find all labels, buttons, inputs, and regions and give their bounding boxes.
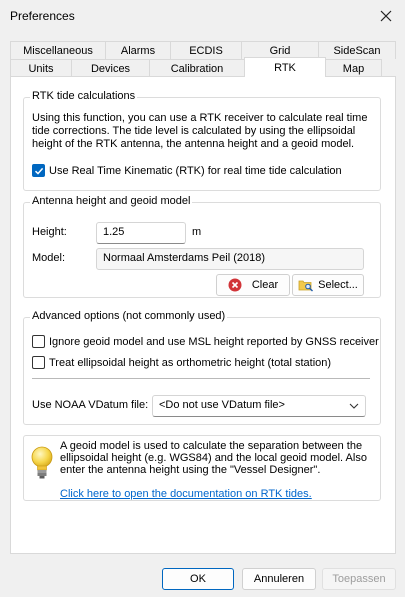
tab-panel-rtk: RTK tide calculations Using this functio… <box>10 76 396 554</box>
clear-label: Clear <box>251 279 279 291</box>
tab-rtk[interactable]: RTK <box>244 57 326 77</box>
use-rtk-label: Use Real Time Kinematic (RTK) for real t… <box>49 164 342 177</box>
antenna-group: Antenna height and geoid model Height: 1… <box>23 195 381 298</box>
cancel-button[interactable]: Annuleren <box>242 568 316 590</box>
ok-button[interactable]: OK <box>162 568 234 590</box>
tab-alarms[interactable]: Alarms <box>105 41 171 59</box>
title-bar: Preferences <box>0 0 405 32</box>
apply-button: Toepassen <box>322 568 396 590</box>
chevron-down-icon <box>349 403 359 409</box>
height-input[interactable]: 1.25 <box>96 222 186 244</box>
rtk-group: RTK tide calculations Using this functio… <box>23 90 381 191</box>
tab-units[interactable]: Units <box>10 59 72 77</box>
treat-ortho-option[interactable]: Treat ellipsoidal height as orthometric … <box>32 356 331 369</box>
use-rtk-option[interactable]: Use Real Time Kinematic (RTK) for real t… <box>32 164 342 177</box>
model-field: Normaal Amsterdams Peil (2018) <box>96 248 364 270</box>
rtk-group-title: RTK tide calculations <box>30 90 138 102</box>
info-text: A geoid model is used to calculate the s… <box>60 440 367 476</box>
tab-calibration[interactable]: Calibration <box>149 59 245 77</box>
clear-icon <box>228 278 242 292</box>
tab-devices[interactable]: Devices <box>71 59 150 77</box>
tab-row-1: Miscellaneous Alarms ECDIS Grid SideScan <box>10 41 396 59</box>
antenna-group-title: Antenna height and geoid model <box>30 195 193 207</box>
tab-ecdis[interactable]: ECDIS <box>170 41 242 59</box>
advanced-group: Advanced options (not commonly used) Ign… <box>23 310 381 425</box>
vdatum-select[interactable]: <Do not use VDatum file> <box>152 395 366 417</box>
ignore-geoid-option[interactable]: Ignore geoid model and use MSL height re… <box>32 335 379 348</box>
tab-row-2: Units Devices Calibration RTK Map <box>10 57 382 77</box>
lightbulb-icon <box>31 446 53 479</box>
tab-sidescan[interactable]: SideScan <box>318 41 396 59</box>
tab-map[interactable]: Map <box>325 59 382 77</box>
close-button[interactable] <box>373 4 399 28</box>
select-label: Select... <box>318 279 358 291</box>
height-unit: m <box>192 226 202 238</box>
select-button[interactable]: Select... <box>292 274 364 296</box>
advanced-divider <box>32 378 370 379</box>
tab-miscellaneous[interactable]: Miscellaneous <box>10 41 106 59</box>
info-box: A geoid model is used to calculate the s… <box>23 435 381 501</box>
treat-ortho-label: Treat ellipsoidal height as orthometric … <box>49 356 332 369</box>
vdatum-value: <Do not use VDatum file> <box>159 399 285 411</box>
ignore-geoid-checkbox[interactable] <box>32 335 45 348</box>
folder-search-icon <box>298 280 314 292</box>
treat-ortho-checkbox[interactable] <box>32 356 45 369</box>
height-label: Height: <box>32 226 67 238</box>
window-title: Preferences <box>10 9 75 23</box>
model-label: Model: <box>32 252 66 264</box>
checkmark-icon <box>34 167 43 175</box>
advanced-group-title: Advanced options (not commonly used) <box>30 310 228 322</box>
rtk-description: Using this function, you can use a RTK r… <box>32 112 368 150</box>
vdatum-label: Use NOAA VDatum file: <box>32 399 149 411</box>
close-icon <box>380 10 392 22</box>
documentation-link[interactable]: Click here to open the documentation on … <box>60 488 312 500</box>
ignore-geoid-label: Ignore geoid model and use MSL height re… <box>49 335 379 348</box>
use-rtk-checkbox[interactable] <box>32 164 45 177</box>
clear-button[interactable]: Clear <box>216 274 290 296</box>
